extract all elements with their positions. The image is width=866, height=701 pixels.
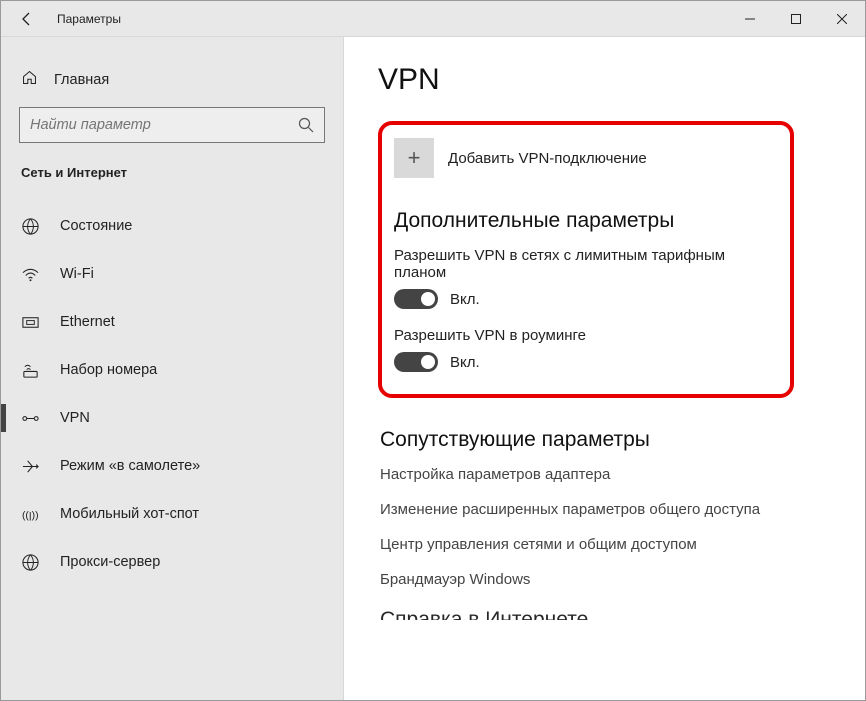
nav-item-wifi[interactable]: Wi-Fi: [1, 250, 343, 298]
titlebar: Параметры: [1, 1, 865, 37]
nav-label: Мобильный хот-спот: [60, 506, 199, 522]
page-title: VPN: [378, 63, 865, 97]
vpn-icon: [21, 409, 40, 428]
nav-label: VPN: [60, 410, 90, 426]
dialup-icon: [21, 361, 40, 380]
metered-label: Разрешить VPN в сетях с лимитным тарифны…: [394, 247, 766, 281]
metered-toggle[interactable]: [394, 289, 438, 309]
airplane-icon: [21, 457, 40, 476]
link-sharing-settings[interactable]: Изменение расширенных параметров общего …: [380, 501, 865, 518]
metered-state: Вкл.: [450, 291, 480, 308]
search-input[interactable]: [30, 117, 298, 133]
maximize-button[interactable]: [773, 1, 819, 37]
back-button[interactable]: [15, 7, 39, 31]
proxy-icon: [21, 553, 40, 572]
nav-item-status[interactable]: Состояние: [1, 202, 343, 250]
link-firewall[interactable]: Брандмауэр Windows: [380, 571, 865, 588]
nav-label: Прокси-сервер: [60, 554, 160, 570]
add-vpn-button[interactable]: + Добавить VPN-подключение: [394, 137, 766, 179]
nav-item-airplane[interactable]: Режим «в самолете»: [1, 442, 343, 490]
home-icon: [21, 69, 38, 91]
close-button[interactable]: [819, 1, 865, 37]
advanced-header: Дополнительные параметры: [394, 209, 766, 233]
minimize-button[interactable]: [727, 1, 773, 37]
wifi-icon: [21, 265, 40, 284]
window-controls: [727, 1, 865, 37]
nav-item-vpn[interactable]: VPN: [1, 394, 343, 442]
help-header-cutoff: Справка в Интернете: [380, 606, 865, 620]
nav-item-hotspot[interactable]: ((ן)) Мобильный хот-спот: [1, 490, 343, 538]
window-body: Главная Сеть и Интернет Состояние Wi-Fi: [1, 37, 865, 700]
link-adapter-settings[interactable]: Настройка параметров адаптера: [380, 466, 865, 483]
settings-window: Параметры Главная: [0, 0, 866, 701]
svg-text:((ן)): ((ן)): [22, 510, 39, 521]
sidebar: Главная Сеть и Интернет Состояние Wi-Fi: [1, 37, 344, 700]
section-header: Сеть и Интернет: [21, 165, 325, 180]
nav-label: Ethernet: [60, 314, 115, 330]
nav-item-dialup[interactable]: Набор номера: [1, 346, 343, 394]
search-box[interactable]: [19, 107, 325, 143]
link-network-center[interactable]: Центр управления сетями и общим доступом: [380, 536, 865, 553]
plus-icon: +: [394, 138, 434, 178]
home-link[interactable]: Главная: [1, 63, 343, 97]
nav-label: Набор номера: [60, 362, 157, 378]
roaming-toggle[interactable]: [394, 352, 438, 372]
status-icon: [21, 217, 40, 236]
ethernet-icon: [21, 313, 40, 332]
highlight-box: + Добавить VPN-подключение Дополнительны…: [378, 121, 794, 398]
add-vpn-label: Добавить VPN-подключение: [448, 150, 647, 167]
search-icon: [298, 117, 314, 133]
metered-toggle-row: Вкл.: [394, 289, 766, 309]
hotspot-icon: ((ן)): [21, 505, 40, 524]
related-header: Сопутствующие параметры: [380, 428, 865, 452]
roaming-label: Разрешить VPN в роуминге: [394, 327, 766, 344]
content-pane: VPN + Добавить VPN-подключение Дополните…: [344, 37, 865, 700]
nav-list: Состояние Wi-Fi Ethernet Набор номера VP…: [1, 202, 343, 586]
nav-item-ethernet[interactable]: Ethernet: [1, 298, 343, 346]
nav-label: Режим «в самолете»: [60, 458, 200, 474]
nav-item-proxy[interactable]: Прокси-сервер: [1, 538, 343, 586]
nav-label: Состояние: [60, 218, 132, 234]
roaming-state: Вкл.: [450, 354, 480, 371]
window-title: Параметры: [57, 12, 121, 26]
roaming-toggle-row: Вкл.: [394, 352, 766, 372]
home-label: Главная: [54, 72, 109, 88]
nav-label: Wi-Fi: [60, 266, 94, 282]
